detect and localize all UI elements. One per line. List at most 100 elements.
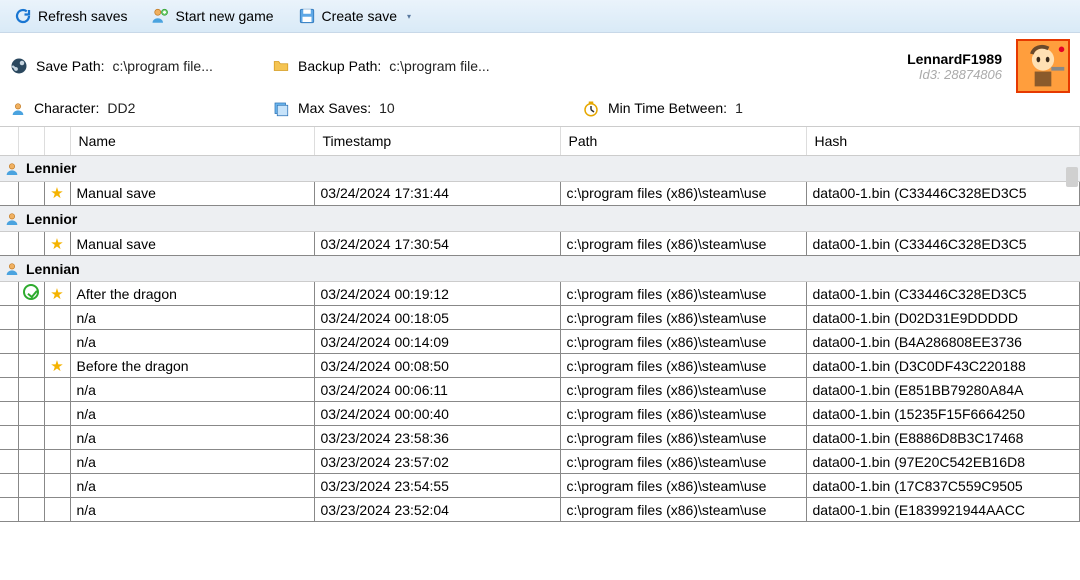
table-row[interactable]: n/a03/24/2024 00:00:40c:\program files (… <box>0 402 1080 426</box>
floppy-icon <box>298 7 316 25</box>
row-hash: data00-1.bin (C33446C328ED3C5 <box>806 282 1080 306</box>
row-timestamp: 03/24/2024 00:06:11 <box>314 378 560 402</box>
folder-icon <box>272 57 290 75</box>
row-star-cell[interactable] <box>44 450 70 474</box>
group-title: Lennian <box>26 261 80 277</box>
row-spacer <box>0 450 18 474</box>
star-icon: ★ <box>50 286 63 303</box>
scrollbar-thumb[interactable] <box>1066 167 1078 187</box>
dropdown-arrow-icon[interactable]: ▾ <box>407 12 411 21</box>
table-row[interactable]: ★After the dragon03/24/2024 00:19:12c:\p… <box>0 282 1080 306</box>
col-star-header[interactable] <box>44 127 70 156</box>
create-save-button[interactable]: Create save ▾ <box>292 4 418 28</box>
row-timestamp: 03/24/2024 00:14:09 <box>314 330 560 354</box>
col-name-header[interactable]: Name <box>70 127 314 156</box>
row-status-cell <box>18 474 44 498</box>
row-star-cell[interactable] <box>44 378 70 402</box>
group-row[interactable]: Lennior <box>0 205 1080 231</box>
table-row[interactable]: n/a03/24/2024 00:14:09c:\program files (… <box>0 330 1080 354</box>
row-star-cell[interactable]: ★ <box>44 232 70 256</box>
row-timestamp: 03/23/2024 23:54:55 <box>314 474 560 498</box>
row-star-cell[interactable] <box>44 330 70 354</box>
row-hash: data00-1.bin (E1839921944AACC <box>806 498 1080 522</box>
table-row[interactable]: n/a03/23/2024 23:57:02c:\program files (… <box>0 450 1080 474</box>
row-name: n/a <box>70 330 314 354</box>
person-icon <box>4 260 20 277</box>
row-name: After the dragon <box>70 282 314 306</box>
info-panel: Save Path: c:\program file... Backup Pat… <box>0 33 1080 125</box>
max-saves-value[interactable]: 10 <box>379 100 395 116</box>
table-row[interactable]: ★Manual save03/24/2024 17:30:54c:\progra… <box>0 232 1080 256</box>
table-row[interactable]: n/a03/24/2024 00:06:11c:\program files (… <box>0 378 1080 402</box>
row-name: n/a <box>70 402 314 426</box>
person-icon <box>10 100 26 117</box>
row-spacer <box>0 181 18 205</box>
row-hash: data00-1.bin (C33446C328ED3C5 <box>806 181 1080 205</box>
row-spacer <box>0 474 18 498</box>
row-star-cell[interactable]: ★ <box>44 354 70 378</box>
start-new-game-label: Start new game <box>175 8 273 24</box>
row-name: Manual save <box>70 181 314 205</box>
min-time-value[interactable]: 1 <box>735 100 743 116</box>
table-row[interactable]: n/a03/24/2024 00:18:05c:\program files (… <box>0 306 1080 330</box>
row-status-cell <box>18 450 44 474</box>
min-time-label: Min Time Between: <box>608 100 727 116</box>
row-hash: data00-1.bin (D3C0DF43C220188 <box>806 354 1080 378</box>
row-status-cell <box>18 306 44 330</box>
save-path-label: Save Path: <box>36 58 105 74</box>
row-star-cell[interactable] <box>44 498 70 522</box>
backup-path-label: Backup Path: <box>298 58 381 74</box>
table-row[interactable]: n/a03/23/2024 23:58:36c:\program files (… <box>0 426 1080 450</box>
table-row[interactable]: n/a03/23/2024 23:52:04c:\program files (… <box>0 498 1080 522</box>
person-plus-icon <box>151 7 169 25</box>
row-star-cell[interactable] <box>44 306 70 330</box>
col-spacer-header[interactable] <box>0 127 18 156</box>
row-star-cell[interactable]: ★ <box>44 181 70 205</box>
stack-icon <box>272 99 290 117</box>
backup-path-value[interactable]: c:\program file... <box>389 58 489 74</box>
row-star-cell[interactable] <box>44 426 70 450</box>
max-saves-label: Max Saves: <box>298 100 371 116</box>
col-icon-header[interactable] <box>18 127 44 156</box>
row-status-cell <box>18 498 44 522</box>
group-row[interactable]: Lennian <box>0 256 1080 282</box>
saves-table-wrap[interactable]: Name Timestamp Path Hash Lennier★Manual … <box>0 126 1080 580</box>
row-path: c:\program files (x86)\steam\use <box>560 354 806 378</box>
row-path: c:\program files (x86)\steam\use <box>560 450 806 474</box>
table-row[interactable]: n/a03/23/2024 23:54:55c:\program files (… <box>0 474 1080 498</box>
row-star-cell[interactable] <box>44 474 70 498</box>
row-status-cell <box>18 402 44 426</box>
row-spacer <box>0 306 18 330</box>
start-new-game-button[interactable]: Start new game <box>145 4 279 28</box>
row-spacer <box>0 402 18 426</box>
row-status-cell <box>18 232 44 256</box>
save-path-value[interactable]: c:\program file... <box>113 58 213 74</box>
character-value[interactable]: DD2 <box>107 100 135 116</box>
table-row[interactable]: ★Manual save03/24/2024 17:31:44c:\progra… <box>0 181 1080 205</box>
refresh-saves-button[interactable]: Refresh saves <box>8 4 133 28</box>
col-path-header[interactable]: Path <box>560 127 806 156</box>
row-star-cell[interactable]: ★ <box>44 282 70 306</box>
col-timestamp-header[interactable]: Timestamp <box>314 127 560 156</box>
person-icon <box>4 210 20 227</box>
row-status-cell <box>18 330 44 354</box>
row-star-cell[interactable] <box>44 402 70 426</box>
row-spacer <box>0 426 18 450</box>
row-timestamp: 03/24/2024 17:30:54 <box>314 232 560 256</box>
row-spacer <box>0 232 18 256</box>
row-spacer <box>0 498 18 522</box>
row-path: c:\program files (x86)\steam\use <box>560 378 806 402</box>
row-timestamp: 03/24/2024 00:00:40 <box>314 402 560 426</box>
steam-icon <box>10 57 28 75</box>
row-path: c:\program files (x86)\steam\use <box>560 498 806 522</box>
table-row[interactable]: ★Before the dragon03/24/2024 00:08:50c:\… <box>0 354 1080 378</box>
row-path: c:\program files (x86)\steam\use <box>560 474 806 498</box>
avatar[interactable] <box>1016 39 1070 93</box>
row-hash: data00-1.bin (15235F15F6664250 <box>806 402 1080 426</box>
row-path: c:\program files (x86)\steam\use <box>560 306 806 330</box>
row-spacer <box>0 330 18 354</box>
group-row[interactable]: Lennier <box>0 155 1080 181</box>
col-hash-header[interactable]: Hash <box>806 127 1080 156</box>
row-timestamp: 03/24/2024 00:19:12 <box>314 282 560 306</box>
row-timestamp: 03/23/2024 23:57:02 <box>314 450 560 474</box>
